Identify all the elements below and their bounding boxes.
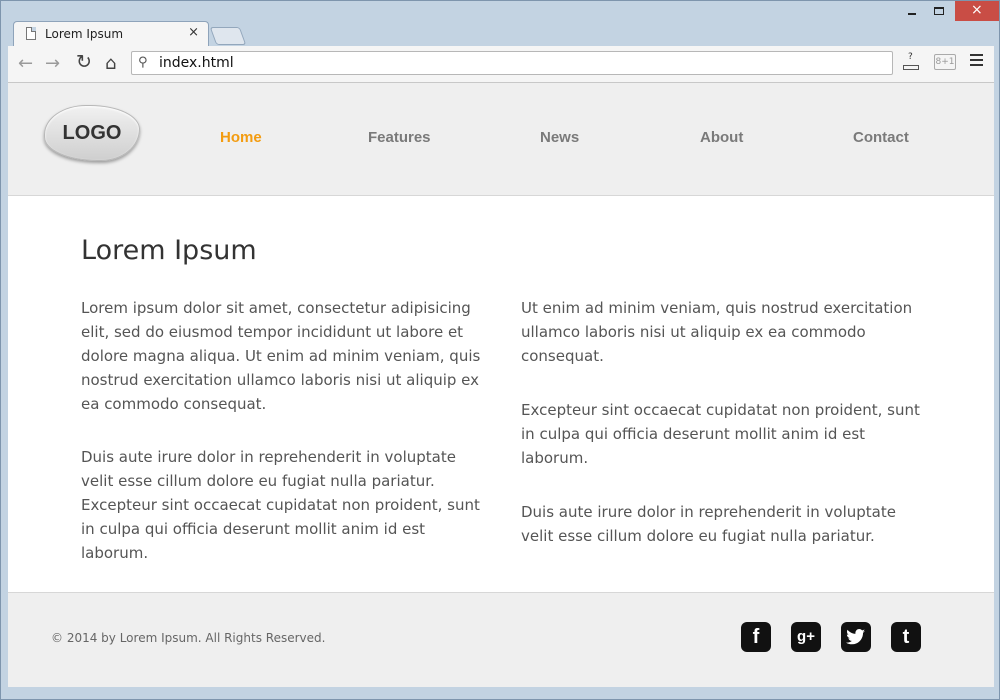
tab-close-button[interactable]: × (188, 25, 199, 40)
window-close-button[interactable]: × (955, 1, 999, 21)
page-icon (26, 27, 36, 40)
home-button[interactable]: ⌂ (105, 53, 116, 74)
google-plus-one-button[interactable]: 8+1 (934, 54, 956, 70)
address-text[interactable]: index.html (159, 55, 234, 71)
site-header: LOGO Home Features News About Contact (8, 83, 994, 196)
nav-about[interactable]: About (700, 129, 743, 146)
back-button[interactable]: ← (18, 53, 33, 74)
paragraph: Duis aute irure dolor in reprehenderit i… (81, 448, 480, 562)
paragraph: Lorem ipsum dolor sit amet, consectetur … (81, 299, 481, 413)
copyright-text: © 2014 by Lorem Ipsum. All Rights Reserv… (51, 631, 326, 645)
site-footer: © 2014 by Lorem Ipsum. All Rights Reserv… (8, 592, 994, 687)
site-logo[interactable]: LOGO (44, 105, 140, 161)
close-icon: × (971, 2, 983, 18)
minimize-icon (908, 13, 916, 15)
search-icon: ⚲ (138, 55, 148, 70)
twitter-icon[interactable] (841, 622, 871, 652)
minimize-button[interactable] (895, 1, 925, 21)
paragraph: Ut enim ad minim veniam, quis nostrud ex… (521, 299, 913, 365)
maximize-button[interactable] (925, 1, 955, 21)
left-column: Lorem ipsum dolor sit amet, consectetur … (81, 296, 491, 565)
twitter-bird-icon (846, 629, 865, 645)
browser-tab[interactable]: Lorem Ipsum × (13, 21, 209, 47)
browser-window: × Lorem Ipsum × ← → ↻ ⌂ ⚲ index.html ? 8… (0, 0, 1000, 700)
extension-button[interactable]: ? (902, 52, 920, 72)
paragraph: Excepteur sint occaecat cupidatat non pr… (521, 401, 920, 467)
right-column: Ut enim ad minim veniam, quis nostrud ex… (521, 296, 931, 548)
tab-title: Lorem Ipsum (45, 27, 124, 41)
nav-features[interactable]: Features (368, 129, 431, 146)
browser-menu-button[interactable] (970, 54, 983, 69)
paragraph: Duis aute irure dolor in reprehenderit i… (521, 503, 896, 545)
extension-icon (903, 65, 919, 70)
tumblr-icon[interactable]: t (891, 622, 921, 652)
extension-label: ? (908, 52, 913, 62)
nav-contact[interactable]: Contact (853, 129, 909, 146)
page-title: Lorem Ipsum (81, 235, 257, 266)
google-plus-icon[interactable]: g+ (791, 622, 821, 652)
page-viewport: LOGO Home Features News About Contact Lo… (8, 83, 994, 687)
address-bar[interactable]: ⚲ index.html (131, 51, 893, 75)
maximize-icon (934, 7, 944, 15)
nav-news[interactable]: News (540, 129, 579, 146)
browser-toolbar: ← → ↻ ⌂ ⚲ index.html ? 8+1 (8, 46, 994, 83)
forward-button[interactable]: → (45, 53, 60, 74)
new-tab-button[interactable] (209, 27, 247, 45)
facebook-icon[interactable]: f (741, 622, 771, 652)
nav-home[interactable]: Home (220, 129, 262, 146)
reload-button[interactable]: ↻ (76, 51, 92, 73)
